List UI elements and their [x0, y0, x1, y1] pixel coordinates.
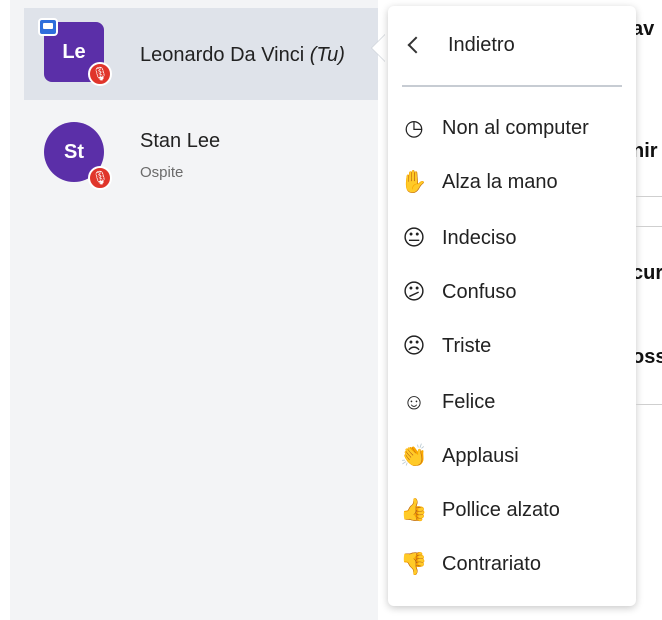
menu-item-label: Contrariato [442, 552, 541, 575]
menu-item-label: Pollice alzato [442, 498, 560, 521]
menu-item-happy[interactable]: ☺ Felice [402, 382, 628, 422]
back-label: Indietro [448, 33, 515, 56]
background-text: nir [636, 140, 658, 162]
background-content: av nir cur oss [636, 0, 662, 620]
user-name: Stan Lee [140, 130, 220, 153]
thumbs-up-icon: 👍 [400, 497, 428, 522]
background-text: av [636, 18, 655, 40]
background-text: cur [636, 262, 662, 284]
user-name-text: Stan Lee [140, 130, 221, 152]
raised-hand-icon: ✋ [400, 169, 428, 194]
avatar-initials: Le [62, 40, 86, 63]
menu-item-label: Alza la mano [442, 170, 558, 193]
neutral-face-icon: 😐 [402, 225, 426, 250]
divider [636, 226, 662, 227]
user-name: Leonardo Da Vinci (Tu) [140, 44, 345, 67]
menu-item-thumbs-down[interactable]: 👎 Contrariato [400, 544, 628, 584]
user-role: Ospite [140, 164, 184, 181]
menu-item-label: Confuso [442, 280, 517, 303]
menu-item-label: Felice [442, 390, 496, 413]
muted-mic-icon: 🎙 [88, 62, 112, 86]
chevron-left-icon [407, 36, 425, 54]
back-button[interactable]: Indietro [402, 26, 622, 64]
menu-pointer [372, 34, 386, 62]
user-list-item-self[interactable]: Le 🎙 Leonardo Da Vinci (Tu) [24, 8, 378, 100]
divider [636, 196, 662, 197]
menu-item-label: Triste [442, 334, 492, 357]
confused-face-icon: 😕 [402, 279, 426, 304]
clock-icon: ◷ [404, 115, 424, 140]
menu-item-thumbs-up[interactable]: 👍 Pollice alzato [400, 490, 628, 530]
menu-item-label: Applausi [442, 444, 519, 467]
user-list-item[interactable]: St 🎙 Stan Lee Ospite [24, 108, 378, 200]
menu-item-label: Non al computer [442, 116, 589, 139]
thumbs-down-icon: 👎 [400, 551, 428, 576]
menu-divider [402, 85, 622, 87]
background-text: oss [636, 346, 662, 368]
happy-face-icon: ☺ [402, 389, 426, 414]
menu-item-raise-hand[interactable]: ✋ Alza la mano [400, 162, 628, 202]
applause-icon: 👏 [400, 443, 428, 468]
sad-face-icon: ☹ [402, 333, 426, 358]
divider [636, 404, 662, 405]
menu-item-label: Indeciso [442, 226, 517, 249]
status-menu: Indietro ◷ Non al computer ✋ Alza la mano … [388, 6, 636, 606]
menu-item-away[interactable]: ◷ Non al computer [402, 108, 628, 148]
avatar-initials: St [64, 140, 84, 163]
muted-mic-icon: 🎙 [88, 166, 112, 190]
user-name-text: Leonardo Da Vinci [140, 44, 305, 66]
menu-item-undecided[interactable]: 😐 Indeciso [402, 218, 628, 258]
menu-item-confused[interactable]: 😕 Confuso [402, 272, 628, 312]
menu-item-applause[interactable]: 👏 Applausi [400, 436, 628, 476]
you-indicator: (Tu) [309, 44, 345, 66]
user-list-panel: Le 🎙 Leonardo Da Vinci (Tu) St 🎙 Stan Le… [10, 0, 378, 620]
menu-item-sad[interactable]: ☹ Triste [402, 326, 628, 366]
presenter-icon [38, 18, 58, 36]
